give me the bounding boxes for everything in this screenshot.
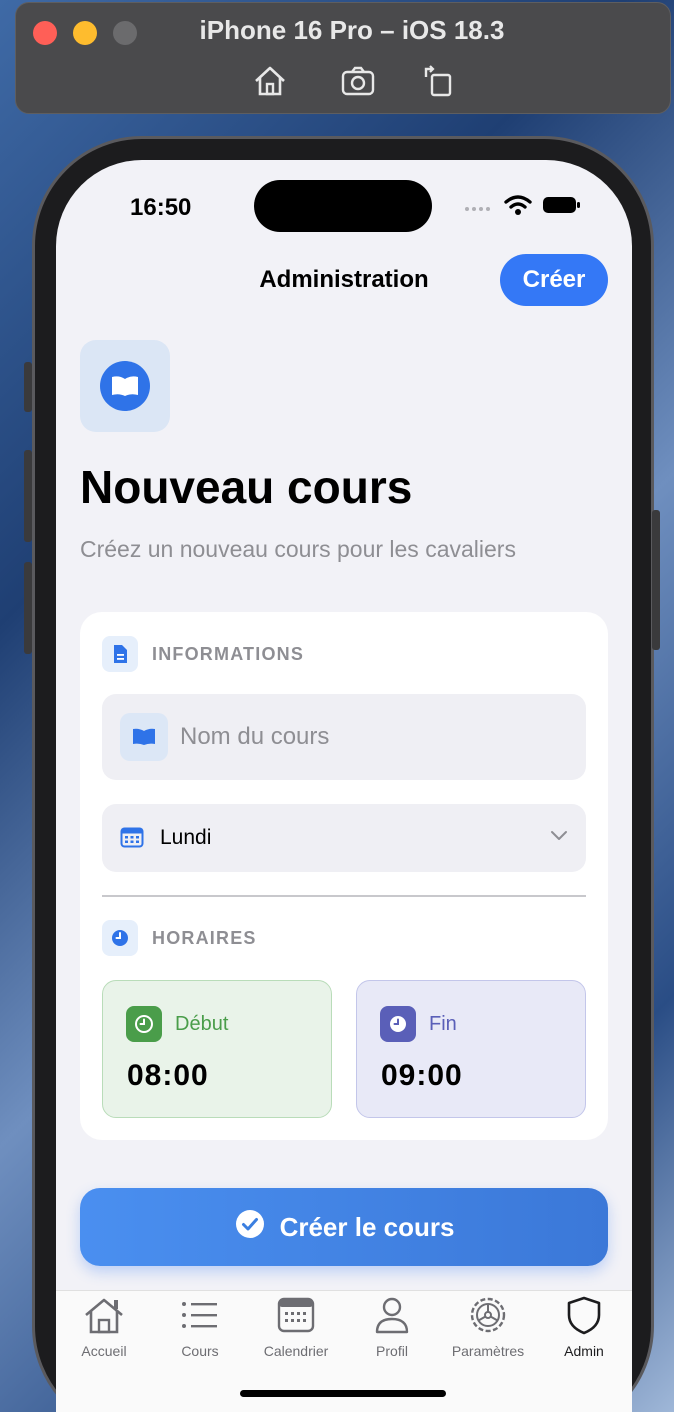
dynamic-island [254, 180, 432, 232]
gear-icon [470, 1297, 506, 1333]
simulator-toolbar: iPhone 16 Pro – iOS 18.3 [15, 2, 671, 114]
end-label: Fin [429, 1013, 457, 1035]
checkmark-circle-icon [234, 1208, 266, 1247]
shield-icon [567, 1296, 601, 1335]
screenshot-icon[interactable] [338, 61, 378, 101]
informations-header: INFORMATIONS [102, 636, 304, 672]
create-course-label: Créer le cours [279, 1211, 455, 1242]
phone-screen: 16:50 Administration Créer Nouveau cours… [56, 160, 632, 1412]
tab-profil[interactable]: Profil [344, 1295, 440, 1367]
day-value: Lundi [160, 826, 212, 849]
end-time-picker[interactable]: Fin 09:00 [356, 980, 586, 1118]
book-icon [120, 713, 168, 761]
clock-icon [126, 1006, 162, 1042]
wifi-icon [504, 194, 532, 221]
hero-icon-tile [80, 340, 170, 432]
course-name-input[interactable] [180, 716, 560, 758]
start-time-picker[interactable]: Début 08:00 [102, 980, 332, 1118]
page-subtitle: Créez un nouveau cours pour les cavalier… [80, 536, 516, 562]
tab-parametres[interactable]: Paramètres [440, 1295, 536, 1367]
start-time-value: 08:00 [127, 1059, 209, 1092]
action-button [24, 362, 32, 412]
signal-icon [464, 199, 494, 217]
volume-down-button [24, 562, 32, 654]
person-icon [375, 1297, 409, 1334]
tab-admin[interactable]: Admin [536, 1295, 632, 1367]
tab-label: Profil [376, 1343, 408, 1359]
tab-accueil[interactable]: Accueil [56, 1295, 152, 1367]
home-icon [85, 1298, 123, 1334]
status-time: 16:50 [130, 194, 192, 221]
tab-calendrier[interactable]: Calendrier [248, 1295, 344, 1367]
book-icon [100, 361, 150, 411]
start-label: Début [175, 1013, 229, 1035]
rotate-icon[interactable] [418, 61, 458, 101]
create-button[interactable]: Créer [500, 254, 608, 306]
day-select[interactable]: Lundi [102, 804, 586, 872]
calendar-icon [120, 826, 144, 853]
informations-label: INFORMATIONS [152, 643, 305, 664]
volume-up-button [24, 450, 32, 542]
clock-icon [380, 1006, 416, 1042]
list-icon [182, 1302, 217, 1328]
document-icon [102, 636, 138, 672]
calendar-icon [277, 1297, 315, 1333]
tab-label: Cours [181, 1343, 219, 1359]
simulator-title: iPhone 16 Pro – iOS 18.3 [199, 15, 505, 45]
power-button [652, 510, 660, 650]
horaires-header: HORAIRES [102, 920, 257, 956]
course-name-field [102, 694, 586, 780]
home-indicator[interactable] [240, 1390, 446, 1397]
tab-label: Calendrier [263, 1343, 329, 1359]
create-course-button[interactable]: Créer le cours [80, 1188, 608, 1266]
home-icon[interactable] [250, 61, 290, 101]
tab-label: Admin [564, 1343, 604, 1359]
clock-icon [102, 920, 138, 956]
horaires-label: HORAIRES [152, 927, 257, 948]
status-icons [464, 194, 582, 221]
page-title: Nouveau cours [80, 461, 413, 513]
chevron-down-icon [550, 828, 568, 846]
battery-icon [542, 195, 582, 220]
tab-cours[interactable]: Cours [152, 1295, 248, 1367]
section-divider [102, 895, 586, 897]
tab-label: Paramètres [451, 1343, 525, 1359]
course-form-card: INFORMATIONS Lundi HORAIRES [80, 612, 608, 1140]
end-time-value: 09:00 [381, 1059, 463, 1092]
tab-label: Accueil [81, 1343, 127, 1359]
